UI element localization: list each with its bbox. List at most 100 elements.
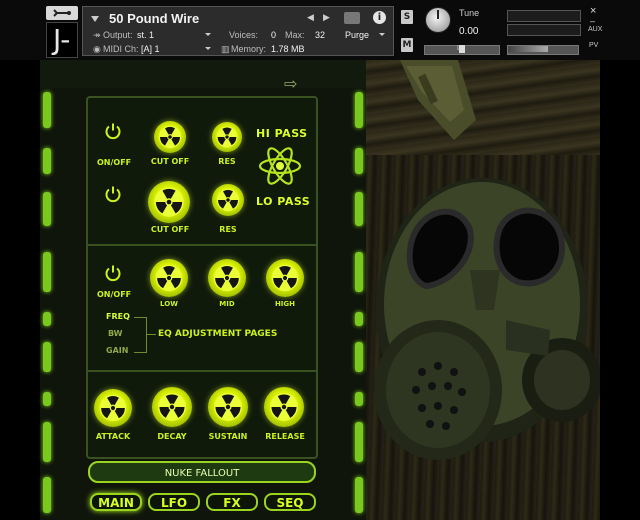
eq-freq-tab[interactable]: FREQ — [106, 312, 130, 321]
output-dropdown-icon[interactable] — [205, 33, 211, 36]
purge-label[interactable]: Purge — [345, 30, 369, 40]
instrument-info-panel: 50 Pound Wire ◀ ▶ i ↠ Output: st. 1 Voic… — [82, 6, 394, 56]
radiation-icon — [216, 126, 238, 148]
section-divider — [86, 370, 318, 372]
instrument-window: J- 50 Pound Wire ◀ ▶ i ↠ Output: st. 1 V… — [0, 0, 640, 520]
lo-pass-label[interactable]: LO PASS — [256, 195, 310, 208]
tab-fx[interactable]: FX — [206, 493, 258, 511]
glow-rail-segment — [43, 92, 51, 128]
eq-bw-tab[interactable]: BW — [108, 329, 122, 338]
wrench-button[interactable] — [46, 6, 78, 20]
purge-dropdown-icon[interactable] — [379, 33, 385, 36]
radiation-icon — [271, 264, 299, 292]
midi-dropdown-icon[interactable] — [205, 47, 211, 50]
tune-value[interactable]: 0.00 — [459, 26, 478, 37]
info-icon[interactable]: i — [373, 11, 386, 24]
solo-button[interactable]: S — [401, 10, 413, 24]
right-edge-strip — [600, 60, 640, 520]
tune-knob[interactable] — [425, 7, 451, 33]
radiation-icon — [158, 125, 182, 149]
instrument-header: J- 50 Pound Wire ◀ ▶ i ↠ Output: st. 1 V… — [0, 0, 640, 60]
decay-label: DECAY — [157, 432, 187, 441]
pan-slider[interactable] — [424, 45, 500, 55]
left-glow-rail — [40, 92, 54, 517]
glow-rail-segment — [43, 392, 51, 406]
right-glow-rail — [352, 92, 366, 517]
pv-label: PV — [589, 42, 599, 49]
hp-res-knob[interactable] — [212, 122, 242, 152]
eq-on-off-label: ON/OFF — [97, 290, 132, 299]
glow-rail-segment — [355, 148, 363, 174]
voices-label: Voices: — [229, 30, 259, 40]
power-icon — [105, 123, 121, 140]
section-divider — [86, 244, 318, 246]
eq-low-label: LOW — [160, 300, 178, 308]
eq-mid-knob[interactable] — [208, 259, 246, 297]
glow-rail-segment — [355, 392, 363, 406]
output-value[interactable]: st. 1 — [137, 30, 154, 40]
decay-knob[interactable] — [152, 387, 192, 427]
glow-rail-segment — [355, 312, 363, 326]
radiation-icon — [270, 393, 298, 421]
gas-mask-artwork — [366, 60, 600, 520]
midi-value[interactable]: [A] 1 — [141, 44, 160, 54]
filter-hp-power-icon[interactable] — [104, 122, 122, 140]
eq-gain-tab[interactable]: GAIN — [106, 346, 128, 355]
hp-res-label: RES — [218, 157, 236, 166]
glow-rail-segment — [355, 192, 363, 226]
radiation-icon — [155, 264, 183, 292]
glow-rail-segment — [43, 192, 51, 226]
sustain-knob[interactable] — [208, 387, 248, 427]
midi-icon: ◉ — [93, 44, 101, 54]
max-label: Max: — [285, 30, 305, 40]
glow-rail-segment — [355, 252, 363, 292]
prev-instrument-icon[interactable]: ◀ — [307, 13, 314, 23]
glow-rail-segment — [355, 92, 363, 128]
camera-icon[interactable] — [344, 12, 360, 24]
glow-rail-segment — [43, 477, 51, 513]
hp-cutoff-label: CUT OFF — [150, 157, 190, 166]
attack-knob[interactable] — [94, 389, 132, 427]
atom-icon[interactable] — [258, 146, 302, 186]
hp-cutoff-knob[interactable] — [154, 121, 186, 153]
collapse-triangle-icon[interactable] — [91, 16, 99, 22]
aux-label: AUX — [588, 26, 603, 33]
pan-label: L — [457, 45, 461, 52]
release-knob[interactable] — [264, 387, 304, 427]
mute-button[interactable]: M — [401, 38, 413, 52]
glow-rail-segment — [43, 148, 51, 174]
tab-lfo[interactable]: LFO — [148, 493, 200, 511]
attack-label: ATTACK — [95, 432, 131, 441]
filter-on-off-label: ON/OFF — [97, 158, 132, 167]
memory-value: 1.78 MB — [271, 44, 305, 54]
memory-label: Memory: — [231, 44, 267, 54]
max-value[interactable]: 32 — [315, 30, 325, 40]
eq-low-knob[interactable] — [150, 259, 188, 297]
gas-mask-illustration — [374, 60, 600, 460]
glow-rail-segment — [43, 422, 51, 462]
lp-cutoff-knob[interactable] — [148, 181, 190, 223]
output-arrow-icon: ↠ — [93, 30, 101, 40]
instrument-logo: J- — [46, 22, 78, 58]
instrument-name[interactable]: 50 Pound Wire — [109, 11, 199, 26]
eq-high-knob[interactable] — [266, 259, 304, 297]
hi-pass-label[interactable]: HI PASS — [256, 127, 308, 140]
lp-res-knob[interactable] — [212, 184, 244, 216]
next-instrument-icon[interactable]: ▶ — [323, 13, 330, 23]
eq-power-icon[interactable] — [104, 264, 122, 282]
preset-name-display[interactable]: NUKE FALLOUT — [88, 461, 316, 483]
radiation-icon — [99, 394, 127, 422]
arrow-right-icon[interactable]: ⇨ — [284, 76, 297, 92]
radiation-icon — [154, 187, 184, 217]
filter-lp-power-icon[interactable] — [104, 185, 122, 203]
logo-text: J- — [53, 23, 71, 56]
glow-rail-segment — [43, 312, 51, 326]
top-strip — [40, 60, 366, 88]
tab-seq[interactable]: SEQ — [264, 493, 316, 511]
lp-res-label: RES — [219, 225, 237, 234]
tab-main[interactable]: MAIN — [90, 493, 142, 511]
minimize-icon[interactable]: – — [590, 16, 595, 26]
volume-slider[interactable] — [507, 45, 579, 55]
eq-high-label: HIGH — [274, 300, 296, 308]
midi-label: MIDI Ch: — [103, 44, 139, 54]
